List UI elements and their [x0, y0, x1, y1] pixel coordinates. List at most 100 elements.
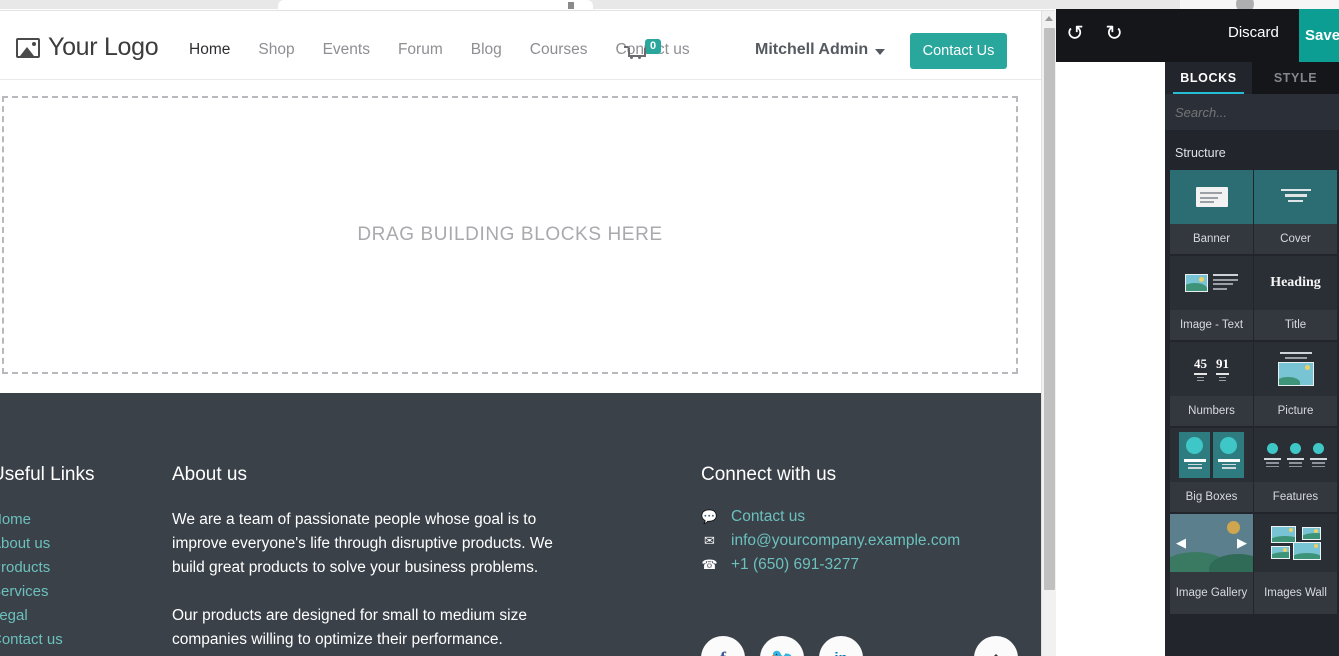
block-picture[interactable]: Picture [1254, 342, 1337, 426]
footer-email-row: ✉ info@yourcompany.example.com [701, 532, 1031, 550]
undo-icon[interactable]: ↺ [1062, 22, 1088, 48]
cart-icon [624, 43, 646, 60]
footer-link-legal[interactable]: Legal [0, 604, 166, 628]
big-boxes-icon [1179, 432, 1244, 478]
carousel-prev-icon: ◀ [1176, 535, 1186, 550]
social-links: f 🐦 in [701, 636, 863, 656]
footer-link-products[interactable]: Products [0, 556, 166, 580]
block-label: Numbers [1188, 404, 1235, 417]
footer-phone-row: ☎ +1 (650) 691-3277 [701, 556, 1031, 574]
browser-right-pane [1180, 0, 1339, 9]
picture-thumbnail [1254, 342, 1337, 396]
home-icon-button[interactable] [974, 636, 1018, 656]
comment-icon: 💬 [701, 509, 718, 524]
drop-zone-label: DRAG BUILDING BLOCKS HERE [357, 224, 663, 245]
footer-link-services[interactable]: Services [0, 580, 166, 604]
carousel-next-icon: ▶ [1237, 535, 1247, 550]
block-images-wall[interactable]: Images Wall [1254, 514, 1337, 614]
nav-item-blog[interactable]: Blog [457, 41, 516, 59]
footer-column-about: About us We are a team of passionate peo… [172, 464, 577, 652]
footer-heading-useful-links: Useful Links [0, 464, 95, 485]
block-label: Title [1284, 318, 1307, 331]
logo-text: Your Logo [48, 33, 159, 61]
block-title[interactable]: Heading Title [1254, 256, 1337, 340]
numbers-thumbnail: 45 91 [1170, 342, 1253, 396]
footer-link-about-us[interactable]: About us [0, 532, 166, 556]
cart-count-badge: 0 [645, 39, 662, 54]
footer-link-home[interactable]: Home [0, 508, 166, 532]
linkedin-icon[interactable]: in [819, 636, 863, 656]
blocks-grid: Banner Cover Image - Text Heading Title … [1170, 170, 1339, 616]
browser-tab[interactable] [278, 0, 593, 9]
banner-thumbnail [1170, 170, 1253, 224]
editor-panel: BLOCKS STYLE Structure Banner Cover [1165, 62, 1339, 656]
heading-icon: Heading [1270, 275, 1321, 290]
website-preview: Your Logo Home Shop Events Forum Blog Co… [0, 11, 1041, 656]
discard-button[interactable]: Discard [1228, 24, 1279, 41]
numbers-icon: 45 91 [1194, 356, 1229, 383]
search-input[interactable] [1165, 104, 1339, 120]
contact-us-button[interactable]: Contact Us [910, 33, 1007, 69]
footer-link-contact-us[interactable]: Contact us [0, 628, 166, 652]
nav-item-courses[interactable]: Courses [516, 41, 602, 59]
tab-style[interactable]: STYLE [1252, 62, 1339, 94]
scroll-up-arrow-icon[interactable] [1045, 16, 1053, 21]
search-box [1165, 94, 1339, 130]
image-placeholder-icon [16, 37, 40, 58]
scrollbar-thumb[interactable] [1044, 28, 1055, 590]
footer-email-link[interactable]: info@yourcompany.example.com [731, 532, 960, 550]
block-numbers[interactable]: 45 91 Numbers [1170, 342, 1253, 426]
nav-item-shop[interactable]: Shop [244, 41, 308, 59]
user-name: Mitchell Admin [755, 41, 869, 58]
drop-zone[interactable]: DRAG BUILDING BLOCKS HERE [2, 96, 1018, 374]
phone-icon: ☎ [701, 557, 718, 572]
features-thumbnail [1254, 428, 1337, 482]
block-cover[interactable]: Cover [1254, 170, 1337, 254]
nav-item-events[interactable]: Events [309, 41, 384, 59]
numbers-value-2: 91 [1216, 355, 1229, 371]
tab-blocks[interactable]: BLOCKS [1165, 62, 1252, 94]
picture-icon [1277, 352, 1314, 386]
block-label: Image - Text [1179, 318, 1244, 331]
site-footer: Useful Links Home About us Products Serv… [0, 393, 1041, 656]
editor-tabs: BLOCKS STYLE [1165, 62, 1339, 94]
features-icon [1263, 443, 1328, 467]
user-menu[interactable]: Mitchell Admin [755, 41, 886, 59]
editor-toolbar [1056, 9, 1339, 62]
nav-item-forum[interactable]: Forum [384, 41, 457, 59]
images-wall-thumbnail [1254, 514, 1337, 572]
footer-heading-connect: Connect with us [701, 464, 837, 485]
image-text-thumbnail [1170, 256, 1253, 310]
block-big-boxes[interactable]: Big Boxes [1170, 428, 1253, 512]
footer-contact-link[interactable]: Contact us [731, 508, 805, 526]
footer-contact-row: 💬 Contact us [701, 508, 1031, 526]
editor-gap [1056, 11, 1165, 656]
cart-button[interactable]: 0 [624, 39, 662, 60]
preview-scrollbar[interactable] [1041, 11, 1056, 656]
save-button[interactable]: Save [1299, 9, 1339, 62]
block-features[interactable]: Features [1254, 428, 1337, 512]
footer-about-paragraph-1: We are a team of passionate people whose… [172, 511, 553, 576]
image-text-icon [1185, 274, 1238, 292]
cover-icon [1280, 188, 1311, 206]
title-thumbnail: Heading [1254, 256, 1337, 310]
footer-column-connect: Connect with us 💬 Contact us ✉ info@your… [701, 464, 1031, 580]
block-label: Picture [1277, 404, 1314, 417]
block-image-text[interactable]: Image - Text [1170, 256, 1253, 340]
block-label: Banner [1192, 232, 1231, 245]
banner-icon [1195, 187, 1228, 207]
images-wall-icon [1270, 526, 1321, 560]
facebook-icon[interactable]: f [701, 636, 745, 656]
nav-item-home[interactable]: Home [175, 41, 244, 59]
block-banner[interactable]: Banner [1170, 170, 1253, 254]
twitter-icon[interactable]: 🐦 [760, 636, 804, 656]
footer-about-paragraph-2: Our products are designed for small to m… [172, 607, 527, 648]
block-image-gallery[interactable]: ◀ ▶ Image Gallery [1170, 514, 1253, 614]
gallery-icon: ◀ ▶ [1170, 514, 1253, 572]
footer-phone-link[interactable]: +1 (650) 691-3277 [731, 556, 859, 574]
redo-icon[interactable]: ↻ [1101, 22, 1127, 48]
browser-chrome-sliver [0, 0, 1339, 13]
block-label: Cover [1280, 232, 1311, 245]
site-logo[interactable]: Your Logo [16, 33, 159, 62]
big-boxes-thumbnail [1170, 428, 1253, 482]
